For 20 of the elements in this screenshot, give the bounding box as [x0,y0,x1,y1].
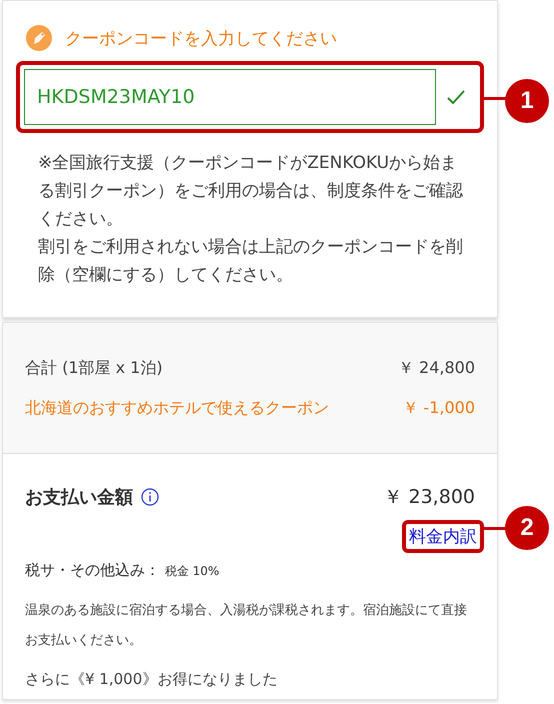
callout-badge: 1 [505,79,549,123]
coupon-code-field[interactable]: HKDSM23MAY10 [24,69,436,125]
savings-text: さらに《¥ 1,000》お得になりました [25,670,278,689]
check-icon [447,90,465,104]
coupon-label: クーポンコードを入力してください [65,28,337,50]
summary-amount: ￥ -1,000 [402,397,475,419]
breakdown-link[interactable]: 料金内訳 [409,527,477,547]
callout-badge: 2 [505,506,549,550]
tax-detail: 税金 10% [164,564,220,578]
summary-label: 北海道のおすすめホテルで使えるクーポン [25,397,329,419]
payment-amount: ￥ 23,800 [383,485,475,510]
bath-tax-notice: 温泉のある施設に宿泊する場合、入湯税が課税されます。宿泊施設にて直接お支払いください。 [25,602,468,650]
summary-label: 合計 (1部屋 x 1泊) [25,357,163,379]
info-icon[interactable] [141,488,159,506]
coupon-tag-icon [26,25,52,51]
summary-amount: ￥ 24,800 [398,357,475,379]
coupon-note: 割引をご利用されない場合は上記のクーポンコードを削除（空欄にする）してください。 [38,236,464,287]
payment-label: お支払い金額 [25,486,133,509]
tax-label: 税サ・その他込み： [25,561,160,579]
coupon-note: ※全国旅行支援（クーポンコードがZENKOKUから始まる割引クーポン）をご利用の場合は、制度条件をご確認ください。 [38,152,464,231]
